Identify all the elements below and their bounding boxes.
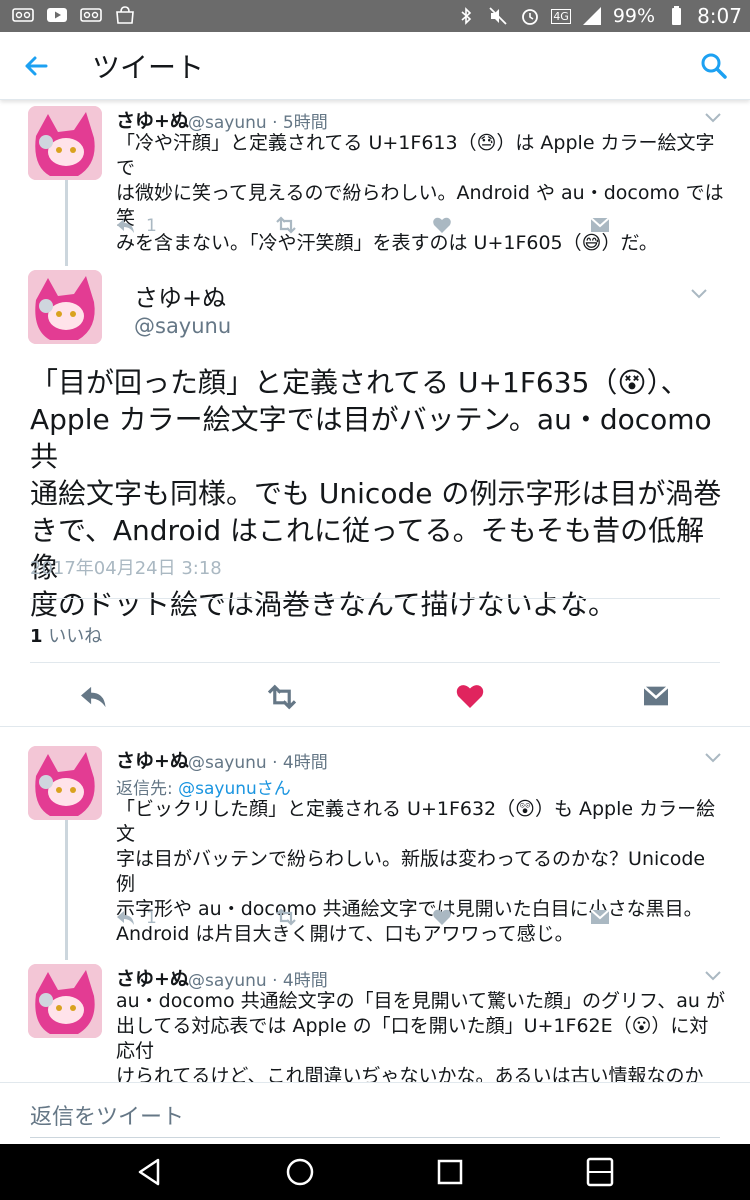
tweet-line: 字は目がバッテンで紛らわしい。新版は変わってるのかな？Unicode 例 (116, 848, 706, 895)
chevron-down-icon[interactable] (704, 752, 722, 764)
mute-icon (489, 7, 507, 25)
direct-message-icon[interactable] (590, 908, 610, 926)
bluetooth-icon (461, 7, 472, 25)
tweet-author-handle: @sayunu · 4時間 (188, 966, 328, 991)
tweet-time: · 4時間 (272, 971, 328, 991)
search-icon[interactable] (698, 50, 730, 82)
chevron-down-icon[interactable] (704, 970, 722, 982)
reply-icon[interactable] (78, 684, 110, 710)
handle-text: @sayunu (188, 971, 267, 991)
main-tweet-actions (0, 676, 750, 716)
tweet-timestamp[interactable]: 2017年04月24日 3:18 (30, 554, 222, 580)
page-title: ツイート (92, 51, 205, 84)
reply-input-placeholder[interactable]: 返信をツイート (30, 1099, 184, 1131)
dual-window-icon[interactable] (584, 1156, 616, 1188)
voicemail-icon (80, 8, 102, 22)
like-count: 1 (30, 626, 43, 647)
avatar-image (28, 106, 102, 180)
main-tweet-text: 「目が回った顔」と定義されてる U+1F635（😵）、 Apple カラー絵文字… (30, 364, 730, 623)
divider (30, 598, 720, 599)
app-bar: ツイート (0, 32, 750, 100)
alarm-icon (522, 9, 539, 25)
like-icon[interactable] (432, 216, 452, 234)
chevron-down-icon[interactable] (704, 112, 722, 124)
handle-text: @sayunu (188, 113, 267, 133)
avatar-image (28, 270, 102, 344)
reply-button[interactable]: 1 (116, 216, 157, 236)
reply-to-label: 返信先: (116, 779, 173, 799)
tweet-author-name[interactable]: さゆ+ぬ (116, 106, 189, 133)
avatar[interactable] (28, 746, 102, 820)
tweet-line: 出してる対応表では Apple の「口を開いた顔」U+1F62E（😮）に対応付 (116, 1015, 709, 1062)
avatar-image (28, 964, 102, 1038)
back-icon[interactable] (134, 1156, 166, 1188)
separator (0, 726, 750, 727)
main-tweet-author-handle[interactable]: @sayunu (134, 314, 231, 338)
reply-icon (117, 219, 134, 233)
tweet-actions: 1 (116, 908, 716, 932)
tweet-actions: 1 (116, 216, 716, 240)
battery-icon (672, 6, 682, 25)
home-icon[interactable] (284, 1156, 316, 1188)
tweet-time: · 5時間 (272, 113, 328, 133)
tweet-author-name[interactable]: さゆ+ぬ (116, 746, 189, 773)
tweet-line: 「冷や汗顔」と定義されてる U+1F613（😓）は Apple カラー絵文字で (116, 132, 715, 179)
main-tweet-line: 通絵文字も同様。でも Unicode の例示字形は目が渦巻 (30, 477, 722, 510)
direct-message-icon[interactable] (642, 684, 670, 708)
tweet-author-name[interactable]: さゆ+ぬ (116, 964, 189, 991)
status-bar: 4G 99% 8:07 (0, 0, 750, 32)
tweet-line: けられてるけど、これ間違いぢゃないかな。あるいは古い情報なのか (116, 1065, 704, 1082)
tweet-text: au・docomo 共通絵文字の「目を見開いて驚いた顔」のグリフ、au が 出し… (116, 989, 726, 1082)
retweet-icon[interactable] (274, 908, 298, 926)
reply-button[interactable]: 1 (116, 908, 157, 928)
store-icon (116, 6, 134, 24)
main-tweet-author-name[interactable]: さゆ+ぬ (134, 278, 226, 313)
tweet-time: · 4時間 (272, 753, 328, 773)
tweet-author-handle: @sayunu · 4時間 (188, 748, 328, 773)
clock: 8:07 (697, 4, 742, 28)
recents-icon[interactable] (434, 1156, 466, 1188)
main-tweet-line: Apple カラー絵文字では目がバッテン。au・docomo 共 (30, 403, 712, 473)
reply-to-line: 返信先: @sayunuさん (116, 774, 291, 799)
tweet-author-handle: @sayunu · 5時間 (188, 108, 328, 133)
retweet-icon[interactable] (274, 216, 298, 234)
main-tweet-line: 度のドット絵では渦巻きなんて描けないよな。 (30, 588, 617, 621)
divider (30, 662, 720, 663)
navigation-bar (0, 1144, 750, 1200)
direct-message-icon[interactable] (590, 216, 610, 234)
reply-compose-bar[interactable]: 返信をツイート (0, 1082, 750, 1144)
back-arrow-icon[interactable] (20, 50, 52, 82)
youtube-icon (47, 8, 67, 22)
avatar-image (28, 746, 102, 820)
reply-icon (117, 911, 134, 925)
tweet-line: au・docomo 共通絵文字の「目を見開いて驚いた顔」のグリフ、au が (116, 990, 726, 1012)
like-label: いいね (48, 626, 103, 647)
avatar[interactable] (28, 106, 102, 180)
retweet-icon[interactable] (264, 684, 300, 710)
chevron-down-icon[interactable] (690, 288, 708, 300)
network-type: 4G (551, 8, 571, 24)
avatar[interactable] (28, 270, 102, 344)
reply-count: 1 (146, 216, 157, 236)
reply-count: 1 (146, 908, 157, 928)
main-tweet-line: 「目が回った顔」と定義されてる U+1F635（😵）、 (30, 366, 689, 399)
like-icon[interactable] (432, 908, 452, 926)
avatar[interactable] (28, 964, 102, 1038)
thread-line (65, 820, 68, 960)
reply-to-mention[interactable]: @sayunuさん (178, 779, 291, 799)
handle-text: @sayunu (188, 753, 267, 773)
thread-line (65, 180, 68, 266)
battery-level: 99% (612, 5, 656, 27)
like-icon[interactable] (455, 682, 485, 710)
reply-input-underline (30, 1137, 720, 1138)
like-count-line[interactable]: 1 いいね (30, 622, 102, 648)
voicemail-icon (12, 8, 34, 22)
signal-icon (582, 7, 601, 25)
tweet-line: 「ビックリした顔」と定義される U+1F632（😲）も Apple カラー絵文 (116, 798, 716, 845)
